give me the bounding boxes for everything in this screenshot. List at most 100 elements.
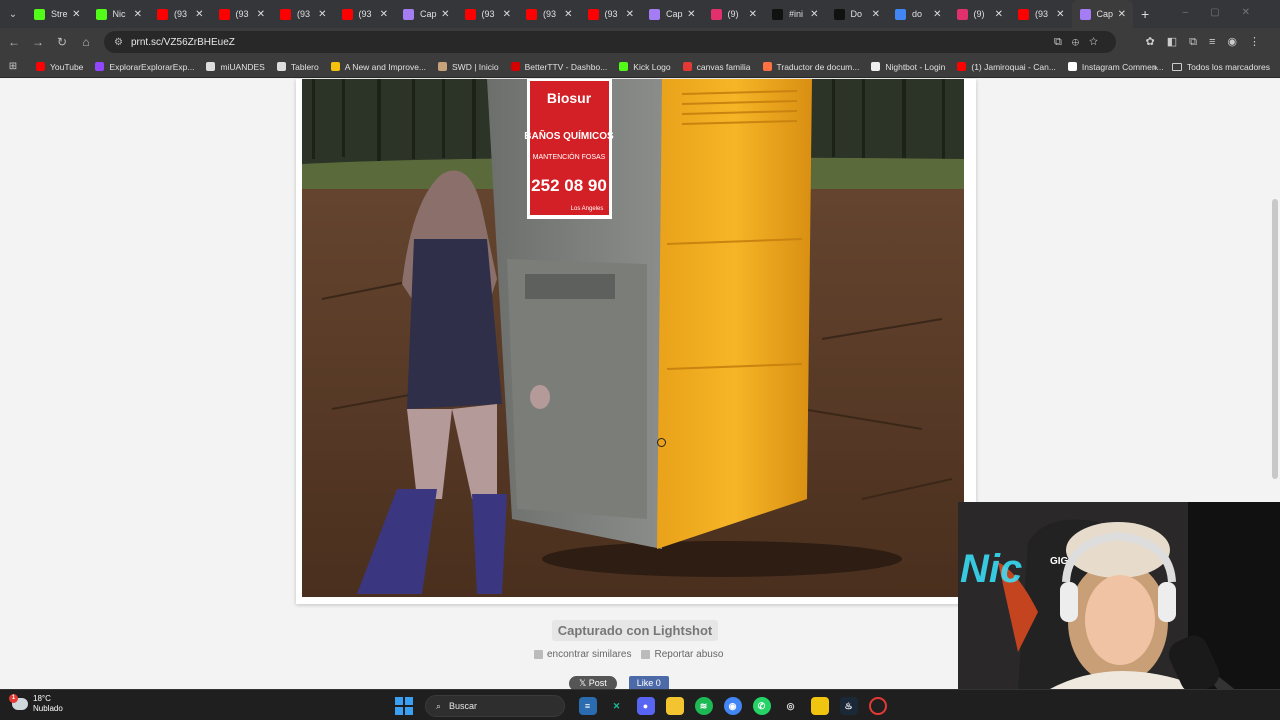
- tab-title[interactable]: (93: [1035, 9, 1055, 19]
- tab-title[interactable]: #ini: [789, 9, 809, 19]
- bookmark-label[interactable]: Traductor de docum...: [777, 62, 860, 72]
- browser-tab[interactable]: do ✕: [887, 0, 949, 28]
- address-bar-actions[interactable]: ⧉⊕☆: [1054, 36, 1108, 49]
- address-bar[interactable]: ⚙ prnt.sc/VZ56ZrBHEueZ ⧉⊕☆: [104, 31, 1116, 53]
- browser-tab[interactable]: (93 ✕: [334, 0, 396, 28]
- bookmark-label[interactable]: A New and Improve...: [345, 62, 426, 72]
- more-bookmarks-chevron-icon[interactable]: »: [1153, 62, 1158, 72]
- browser-tab[interactable]: (93 ✕: [272, 0, 334, 28]
- site-info-icon[interactable]: ⚙: [114, 37, 123, 48]
- tab-title[interactable]: (9): [974, 9, 994, 19]
- find-similar-label[interactable]: encontrar similares: [547, 649, 631, 660]
- tab-close-icon[interactable]: ✕: [687, 9, 695, 20]
- tab-title[interactable]: (93: [236, 9, 256, 19]
- taskbar-search[interactable]: ⌕ Buscar: [425, 695, 565, 717]
- all-bookmarks-folder[interactable]: » Todos los marcadores: [1148, 62, 1270, 72]
- bookmark-item[interactable]: Traductor de docum...: [762, 62, 860, 72]
- tab-title[interactable]: Nic: [113, 9, 133, 19]
- bookmark-item[interactable]: BetterTTV - Dashbo...: [510, 62, 608, 72]
- tab-title[interactable]: Cap: [1097, 9, 1117, 19]
- tab-close-icon[interactable]: ✕: [257, 9, 265, 20]
- bookmark-item[interactable]: SWD | Inicio: [438, 62, 499, 72]
- tab-close-icon[interactable]: ✕: [380, 9, 388, 20]
- tab-close-icon[interactable]: ✕: [995, 9, 1003, 20]
- all-bookmarks-label[interactable]: Todos los marcadores: [1187, 62, 1270, 72]
- browser-tab[interactable]: Cap ✕: [641, 0, 703, 28]
- tab-title[interactable]: Cap: [666, 9, 686, 19]
- tab-title[interactable]: do: [912, 9, 932, 19]
- find-similar-link[interactable]: encontrar similares: [534, 649, 631, 660]
- bookmark-item[interactable]: Tablero: [276, 62, 319, 72]
- windows-start-icon[interactable]: [395, 697, 413, 715]
- terminal-icon[interactable]: ✕: [608, 697, 626, 715]
- url-text[interactable]: prnt.sc/VZ56ZrBHEueZ: [131, 37, 235, 48]
- facebook-like-label[interactable]: Like 0: [637, 678, 661, 688]
- bookmark-label[interactable]: (1) Jamiroquai - Can...: [971, 62, 1056, 72]
- bookmark-label[interactable]: BetterTTV - Dashbo...: [525, 62, 608, 72]
- home-icon[interactable]: ⌂: [74, 35, 98, 49]
- bookmark-item[interactable]: Nightbot - Login: [871, 62, 945, 72]
- bookmark-item[interactable]: miUANDES: [206, 62, 265, 72]
- apps-grid-icon[interactable]: ⊞: [0, 61, 26, 72]
- tab-close-icon[interactable]: ✕: [810, 9, 818, 20]
- tab-close-icon[interactable]: ✕: [318, 9, 326, 20]
- tab-close-icon[interactable]: ✕: [872, 9, 880, 20]
- bookmark-label[interactable]: miUANDES: [220, 62, 264, 72]
- tab-close-icon[interactable]: ✕: [626, 9, 634, 20]
- browser-tab[interactable]: Do ✕: [826, 0, 888, 28]
- tab-close-icon[interactable]: ✕: [441, 9, 449, 20]
- extensions-and-profile-icons[interactable]: ✿◧⧉≡◉⋮: [1146, 35, 1272, 49]
- tab-title[interactable]: (9): [728, 9, 748, 19]
- file-explorer-icon[interactable]: [665, 697, 684, 715]
- chrome-icon[interactable]: ◉: [723, 697, 742, 715]
- weather-widget[interactable]: 1 18°C Nublado: [9, 694, 63, 714]
- browser-tab[interactable]: #ini ✕: [764, 0, 826, 28]
- report-abuse-label[interactable]: Reportar abuso: [654, 649, 723, 660]
- tab-close-icon[interactable]: ✕: [749, 9, 757, 20]
- taskbar-search-label[interactable]: Buscar: [449, 701, 477, 711]
- tab-close-icon[interactable]: ✕: [1118, 9, 1126, 20]
- bookmark-label[interactable]: Kick Logo: [633, 62, 670, 72]
- spotify-icon[interactable]: ≋: [694, 697, 713, 715]
- x-post-label[interactable]: Post: [589, 678, 607, 688]
- reload-icon[interactable]: ↻: [50, 35, 74, 49]
- bookmark-item[interactable]: YouTube: [36, 62, 83, 72]
- browser-tab[interactable]: (93 ✕: [149, 0, 211, 28]
- bookmark-item[interactable]: ExplorarExplorarExp...: [95, 62, 194, 72]
- tab-title[interactable]: Do: [851, 9, 871, 19]
- bookmark-label[interactable]: ExplorarExplorarExp...: [109, 62, 194, 72]
- browser-tab[interactable]: (93 ✕: [580, 0, 642, 28]
- tab-title[interactable]: (93: [482, 9, 502, 19]
- tab-close-icon[interactable]: ✕: [564, 9, 572, 20]
- tab-close-icon[interactable]: ✕: [1056, 9, 1064, 20]
- tab-title[interactable]: (93: [359, 9, 379, 19]
- browser-tab[interactable]: Cap ✕: [1071, 0, 1133, 28]
- obs-icon[interactable]: ◎: [782, 697, 800, 715]
- browser-tab[interactable]: (93 ✕: [457, 0, 519, 28]
- tab-title[interactable]: (93: [605, 9, 625, 19]
- browser-tab[interactable]: (93 ✕: [518, 0, 580, 28]
- browser-tab[interactable]: (9) ✕: [949, 0, 1011, 28]
- bookmark-label[interactable]: Nightbot - Login: [885, 62, 945, 72]
- browser-tab[interactable]: (93 ✕: [211, 0, 273, 28]
- tab-title[interactable]: (93: [174, 9, 194, 19]
- browser-tab[interactable]: Stre ✕: [26, 0, 88, 28]
- browser-tab[interactable]: Cap ✕: [395, 0, 457, 28]
- bookmark-label[interactable]: canvas familia: [697, 62, 751, 72]
- tab-title[interactable]: (93: [543, 9, 563, 19]
- bookmark-item[interactable]: canvas familia: [682, 62, 751, 72]
- bookmark-label[interactable]: Tablero: [291, 62, 319, 72]
- whatsapp-icon[interactable]: ✆: [752, 697, 771, 715]
- tab-close-icon[interactable]: ✕: [503, 9, 511, 20]
- tab-title[interactable]: (93: [297, 9, 317, 19]
- browser-tab[interactable]: (9) ✕: [703, 0, 765, 28]
- bookmark-item[interactable]: Kick Logo: [619, 62, 671, 72]
- bookmark-item[interactable]: (1) Jamiroquai - Can...: [957, 62, 1056, 72]
- new-tab-plus-icon[interactable]: +: [1141, 6, 1149, 22]
- browser-tab[interactable]: Nic ✕: [88, 0, 150, 28]
- bookmark-label[interactable]: SWD | Inicio: [452, 62, 499, 72]
- steam-icon[interactable]: ♨: [839, 697, 858, 715]
- tab-close-icon[interactable]: ✕: [134, 9, 142, 20]
- forward-arrow-icon[interactable]: →: [26, 35, 50, 49]
- report-abuse-link[interactable]: Reportar abuso: [641, 649, 723, 660]
